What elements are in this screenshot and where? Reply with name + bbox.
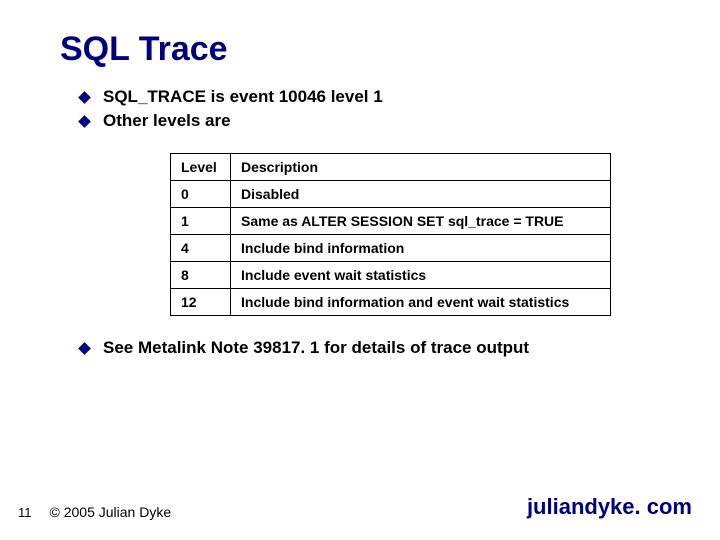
levels-table-wrap: Level Description 0 Disabled 1 Same as A… bbox=[170, 153, 660, 316]
table-row: 8 Include event wait statistics bbox=[171, 262, 611, 289]
bullet-text: SQL_TRACE is event 10046 level 1 bbox=[103, 87, 383, 107]
table-cell: 1 bbox=[171, 208, 231, 235]
bullets-bottom: See Metalink Note 39817. 1 for details o… bbox=[80, 338, 660, 358]
table-cell: Disabled bbox=[231, 181, 611, 208]
table-header-row: Level Description bbox=[171, 154, 611, 181]
table-cell: Include bind information and event wait … bbox=[231, 289, 611, 316]
table-cell: 12 bbox=[171, 289, 231, 316]
table-cell: 8 bbox=[171, 262, 231, 289]
table-row: 4 Include bind information bbox=[171, 235, 611, 262]
bullet-item: SQL_TRACE is event 10046 level 1 bbox=[80, 87, 660, 107]
site-url: juliandyke. com bbox=[527, 494, 692, 520]
table-row: 1 Same as ALTER SESSION SET sql_trace = … bbox=[171, 208, 611, 235]
table-header: Level bbox=[171, 154, 231, 181]
diamond-icon bbox=[78, 91, 91, 104]
footer: 11 © 2005 Julian Dyke juliandyke. com bbox=[0, 494, 720, 520]
bullets-top: SQL_TRACE is event 10046 level 1 Other l… bbox=[80, 87, 660, 131]
slide: SQL Trace SQL_TRACE is event 10046 level… bbox=[0, 0, 720, 540]
bullet-item: Other levels are bbox=[80, 111, 660, 131]
page-number: 11 bbox=[18, 505, 32, 520]
copyright: © 2005 Julian Dyke bbox=[50, 504, 172, 520]
bullet-text: See Metalink Note 39817. 1 for details o… bbox=[103, 338, 529, 358]
table-header: Description bbox=[231, 154, 611, 181]
diamond-icon bbox=[78, 342, 91, 355]
bullet-text: Other levels are bbox=[103, 111, 231, 131]
diamond-icon bbox=[78, 115, 91, 128]
bullet-item: See Metalink Note 39817. 1 for details o… bbox=[80, 338, 660, 358]
levels-table: Level Description 0 Disabled 1 Same as A… bbox=[170, 153, 611, 316]
table-row: 12 Include bind information and event wa… bbox=[171, 289, 611, 316]
table-cell: 4 bbox=[171, 235, 231, 262]
footer-left: 11 © 2005 Julian Dyke bbox=[18, 504, 171, 520]
table-cell: 0 bbox=[171, 181, 231, 208]
slide-title: SQL Trace bbox=[60, 30, 660, 69]
table-cell: Include event wait statistics bbox=[231, 262, 611, 289]
table-row: 0 Disabled bbox=[171, 181, 611, 208]
table-cell: Same as ALTER SESSION SET sql_trace = TR… bbox=[231, 208, 611, 235]
table-cell: Include bind information bbox=[231, 235, 611, 262]
